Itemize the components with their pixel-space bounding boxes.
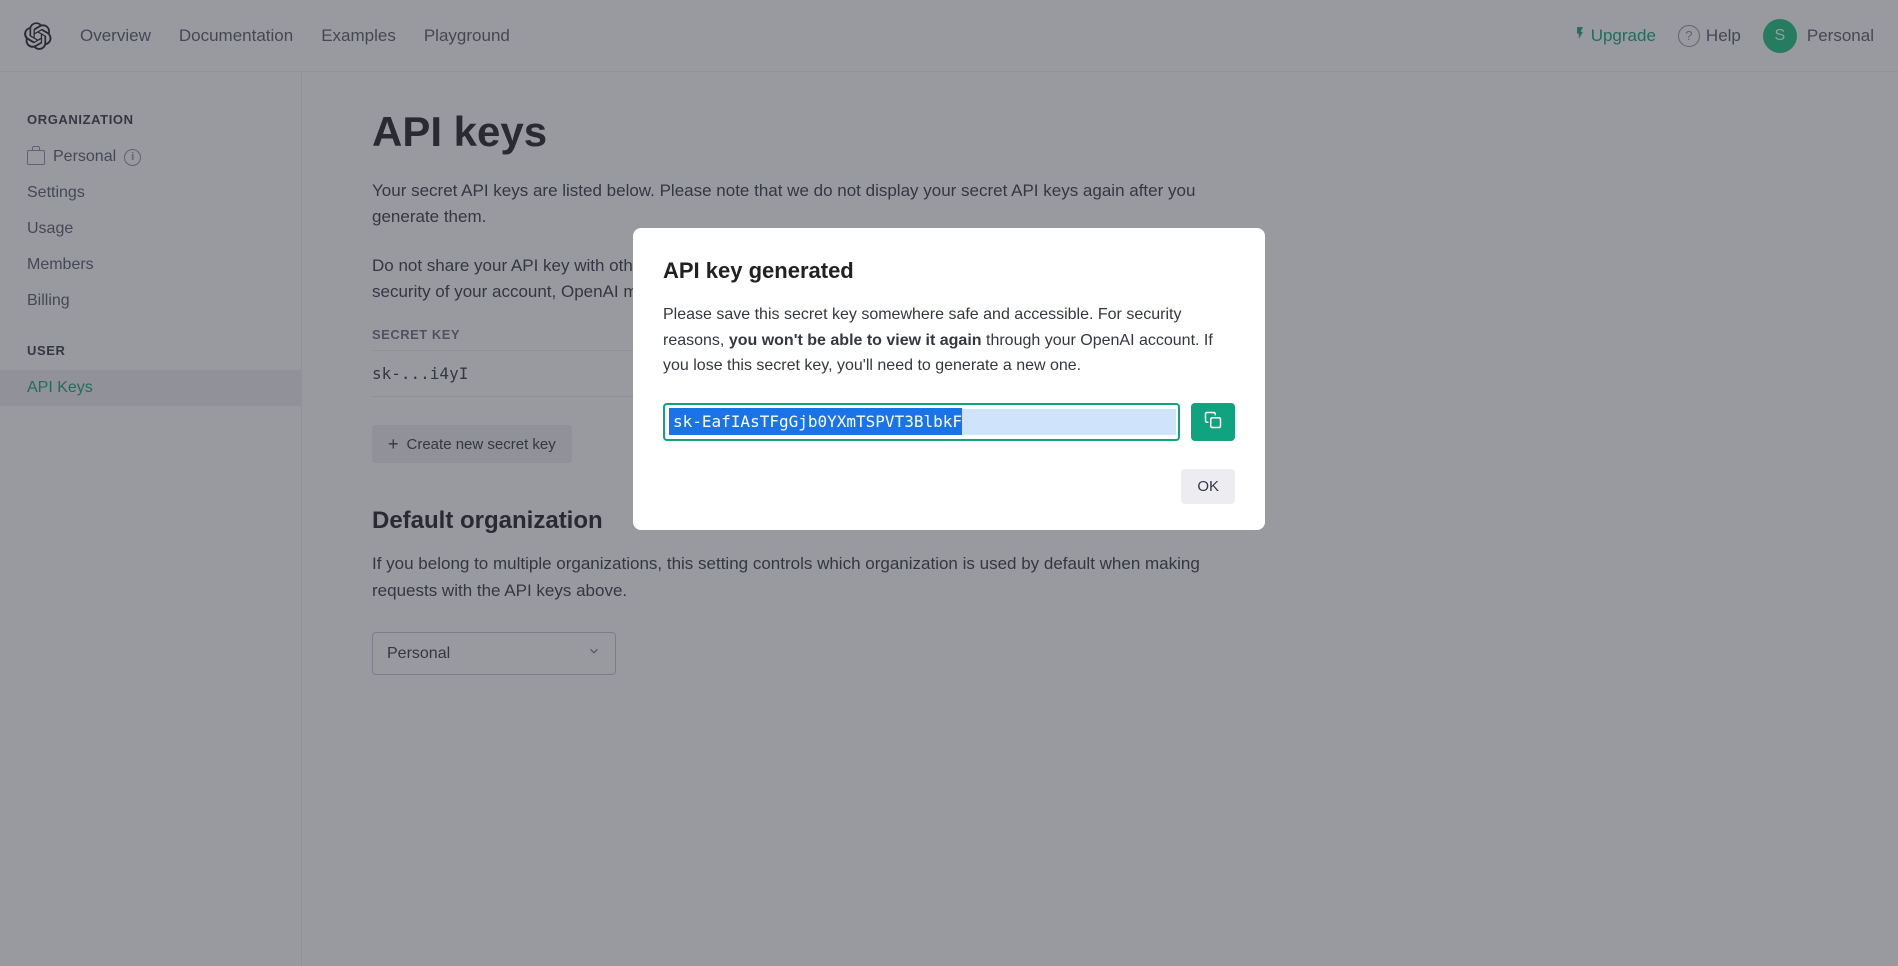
api-key-modal: API key generated Please save this secre…	[633, 228, 1265, 530]
copy-button[interactable]	[1191, 403, 1235, 441]
key-input[interactable]: sk-EafIAsTFgGjb0YXmTSPVT3BlbkF	[663, 403, 1180, 441]
modal-overlay[interactable]: API key generated Please save this secre…	[0, 0, 1898, 966]
modal-body: Please save this secret key somewhere sa…	[663, 302, 1235, 379]
key-value-text: sk-EafIAsTFgGjb0YXmTSPVT3BlbkF	[669, 408, 962, 435]
modal-title: API key generated	[663, 258, 1235, 284]
key-value-hidden	[962, 409, 1176, 435]
ok-button[interactable]: OK	[1181, 469, 1235, 504]
modal-body-strong: you won't be able to view it again	[729, 332, 982, 349]
key-row: sk-EafIAsTFgGjb0YXmTSPVT3BlbkF	[663, 403, 1235, 441]
modal-footer: OK	[663, 469, 1235, 504]
copy-icon	[1204, 411, 1222, 432]
